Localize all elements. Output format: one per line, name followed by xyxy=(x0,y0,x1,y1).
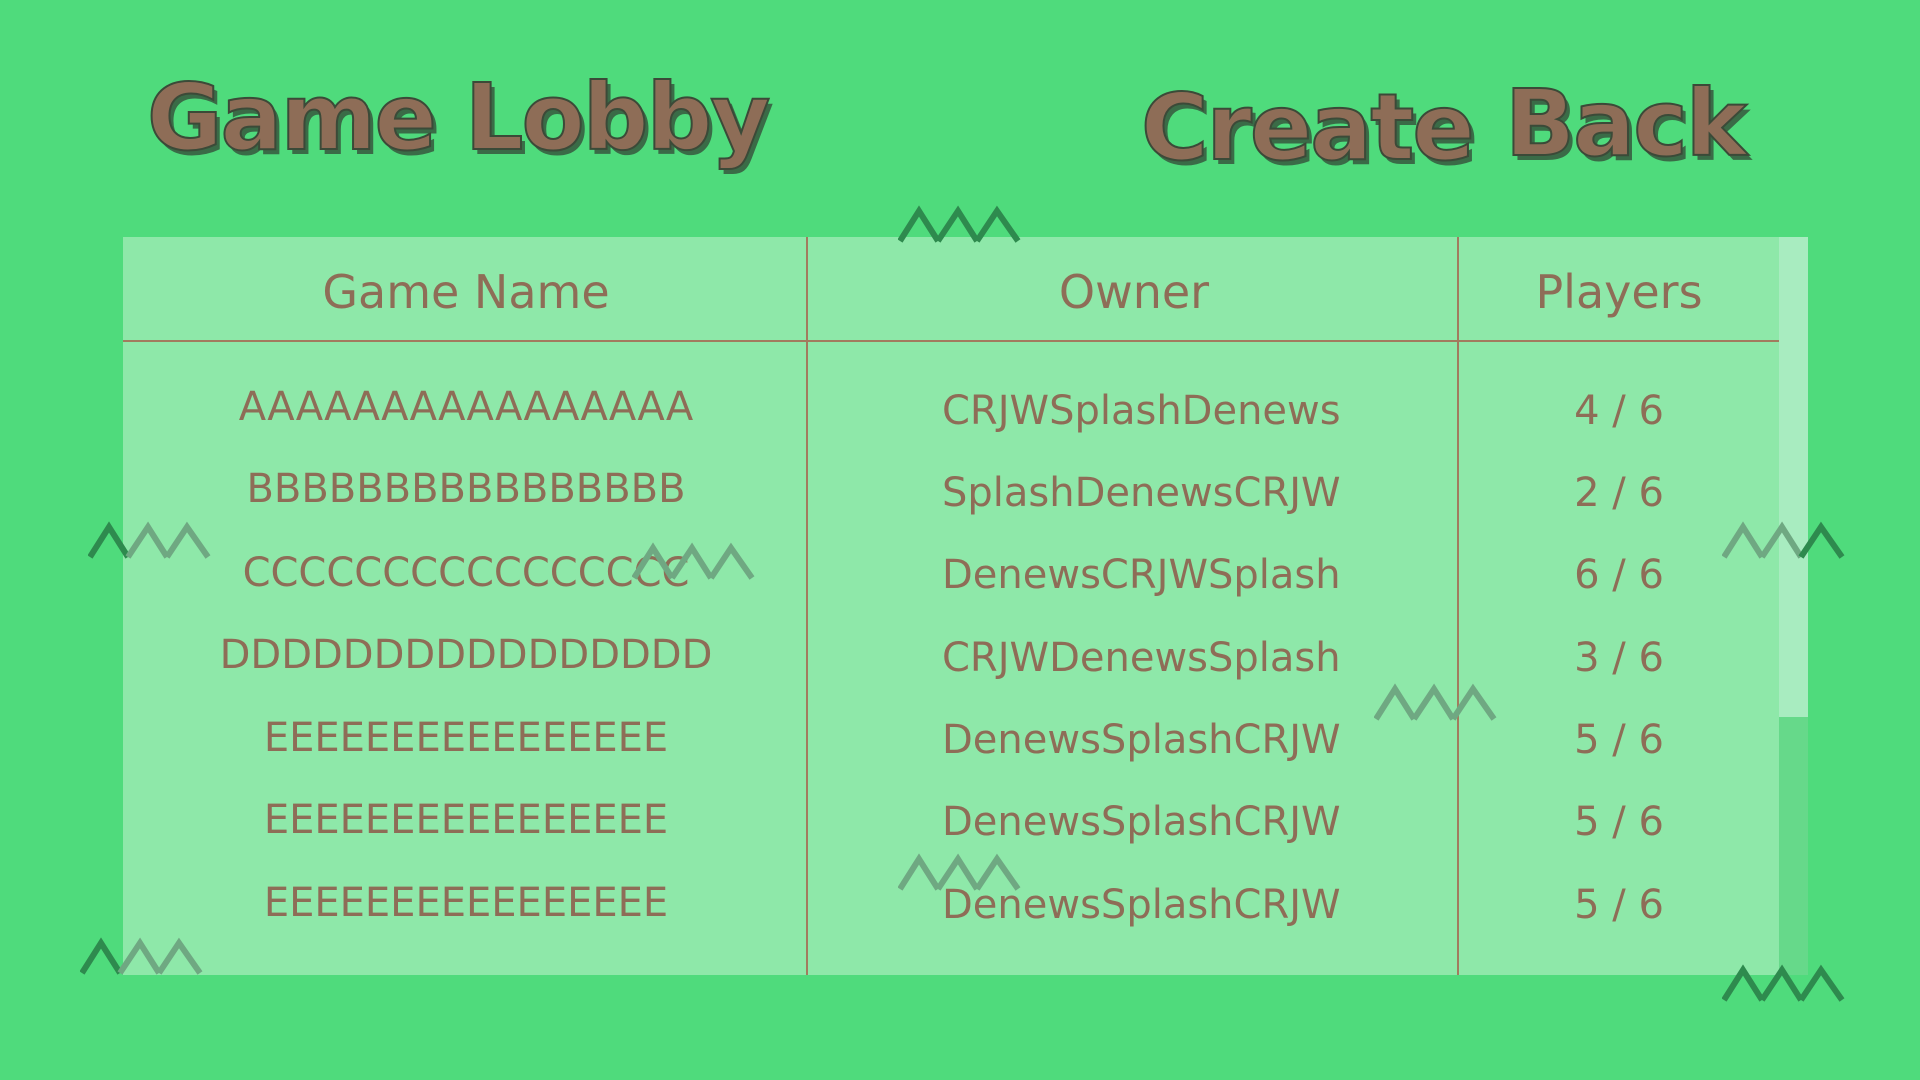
players-cell: 5 / 6 xyxy=(1574,882,1664,928)
game-name-cell: CCCCCCCCCCCCCCCC xyxy=(242,550,690,596)
game-name-cell: EEEEEEEEEEEEEEEE xyxy=(263,715,669,761)
game-name-cell: DDDDDDDDDDDDDDDD xyxy=(219,632,713,678)
players-cell: 4 / 6 xyxy=(1574,388,1664,434)
owner-cell: CRJWDenewsSplash xyxy=(942,635,1341,681)
players-cell: 2 / 6 xyxy=(1574,470,1664,516)
players-cell: 5 / 6 xyxy=(1574,717,1664,763)
owner-cell: DenewsSplashCRJW xyxy=(942,717,1341,763)
scrollbar-thumb[interactable] xyxy=(1779,237,1808,717)
game-name-cell: EEEEEEEEEEEEEEEE xyxy=(263,797,669,843)
column-header-game-name: Game Name xyxy=(322,265,610,319)
game-name-cell: EEEEEEEEEEEEEEEE xyxy=(263,880,669,926)
owner-cell: CRJWSplashDenews xyxy=(942,388,1341,434)
owner-cell: DenewsSplashCRJW xyxy=(942,799,1341,845)
column-header-players: Players xyxy=(1535,265,1703,319)
players-cell: 5 / 6 xyxy=(1574,799,1664,845)
column-header-owner: Owner xyxy=(1058,265,1210,319)
page-title: Game Lobby xyxy=(146,64,771,171)
header-divider xyxy=(123,340,1779,342)
create-button[interactable]: Create xyxy=(1140,81,1476,175)
players-cell: 6 / 6 xyxy=(1574,552,1664,598)
game-name-cell: AAAAAAAAAAAAAAAA xyxy=(238,384,694,430)
owner-cell: DenewsSplashCRJW xyxy=(942,882,1341,928)
players-cell: 3 / 6 xyxy=(1574,635,1664,681)
owner-cell: DenewsCRJWSplash xyxy=(942,552,1341,598)
game-name-cell: BBBBBBBBBBBBBBBB xyxy=(246,466,686,512)
owner-cell: SplashDenewsCRJW xyxy=(942,470,1341,516)
back-button[interactable]: Back xyxy=(1504,77,1748,171)
